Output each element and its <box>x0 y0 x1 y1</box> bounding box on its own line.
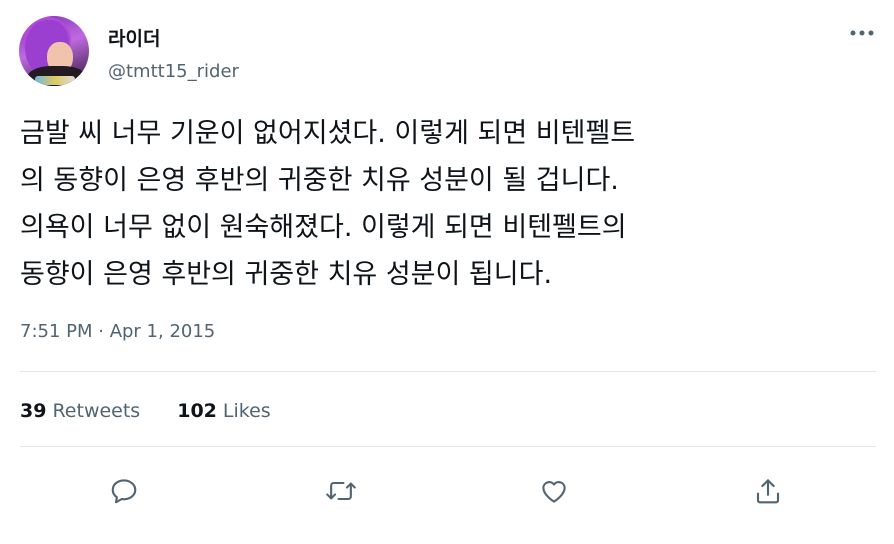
retweet-button[interactable] <box>323 473 359 509</box>
display-name[interactable]: 라이더 <box>108 24 160 51</box>
tweet-text: 금발 씨 너무 기운이 없어지셨다. 이렇게 되면 비텐펠트 의 동향이 은영 … <box>20 118 636 290</box>
tweet-card: 라이더 @tmtt15_rider 금발 씨 너무 기운이 없어지셨다. 이렇게… <box>0 0 894 544</box>
reply-icon <box>111 479 137 504</box>
tweet-stats: 39 Retweets 102 Likes <box>20 400 271 422</box>
more-icon <box>850 30 874 36</box>
likes-stat[interactable]: 102 Likes <box>177 400 270 422</box>
retweets-label: Retweets <box>52 400 141 422</box>
avatar[interactable] <box>19 16 89 86</box>
like-icon <box>542 481 566 503</box>
user-handle[interactable]: @tmtt15_rider <box>108 61 239 82</box>
divider <box>20 446 876 447</box>
action-bar <box>0 473 894 509</box>
like-button[interactable] <box>536 473 572 509</box>
tweet-timestamp[interactable]: 7:51 PM · Apr 1, 2015 <box>20 321 215 342</box>
reply-button[interactable] <box>106 473 142 509</box>
retweets-count: 39 <box>20 400 47 422</box>
share-button[interactable] <box>750 473 786 509</box>
likes-count: 102 <box>177 400 217 422</box>
divider <box>20 371 876 372</box>
more-options-button[interactable] <box>846 22 878 44</box>
retweet-icon <box>326 481 356 501</box>
share-icon <box>756 479 780 504</box>
retweets-stat[interactable]: 39 Retweets <box>20 400 140 422</box>
likes-label: Likes <box>222 400 271 422</box>
